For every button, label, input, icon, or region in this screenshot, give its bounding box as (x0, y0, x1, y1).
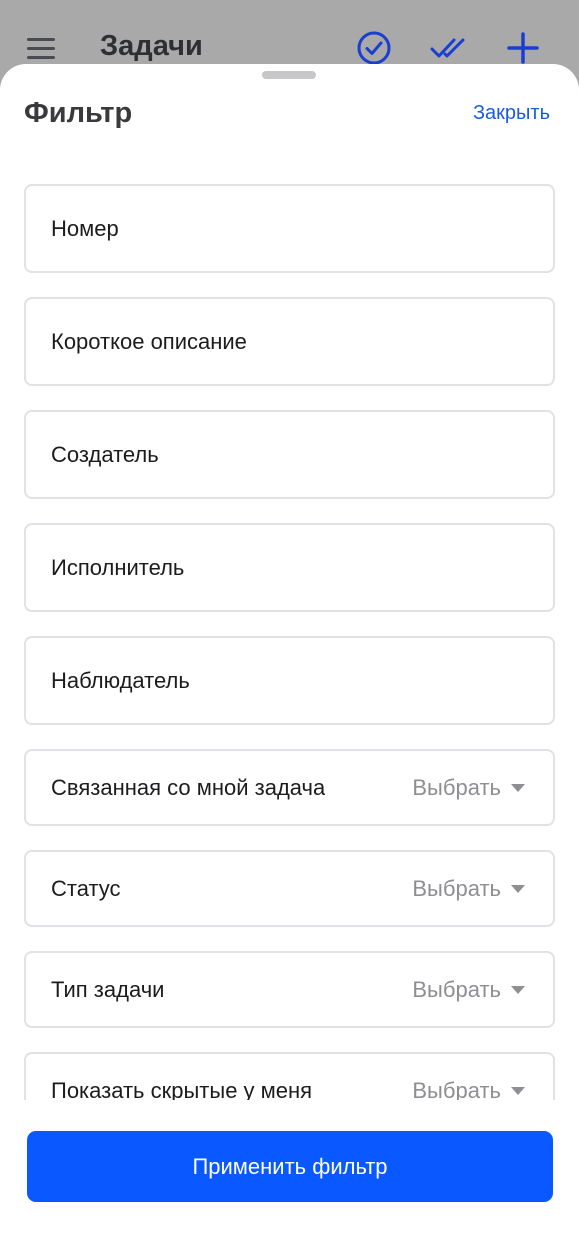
related-task-value: Выбрать (412, 774, 501, 800)
short-description-field-label: Короткое описание (51, 328, 247, 354)
menu-icon[interactable] (27, 36, 55, 62)
caret-down-icon (511, 1086, 525, 1095)
task-type-label: Тип задачи (51, 976, 165, 1002)
show-hidden-select[interactable]: Показать скрытые у меня Выбрать (24, 1052, 555, 1100)
apply-filter-button[interactable]: Применить фильтр (27, 1131, 553, 1202)
check-circle-icon[interactable] (356, 30, 392, 66)
number-field-label: Номер (51, 215, 119, 241)
status-value: Выбрать (412, 875, 501, 901)
caret-down-icon (511, 783, 525, 792)
status-label: Статус (51, 875, 121, 901)
sheet-title: Фильтр (24, 97, 133, 129)
drag-handle[interactable] (262, 71, 316, 79)
close-button[interactable]: Закрыть (473, 102, 550, 125)
plus-icon[interactable] (505, 30, 541, 66)
show-hidden-value: Выбрать (412, 1077, 501, 1101)
filter-fields: Номер Короткое описание Создатель Исполн… (0, 184, 579, 1100)
short-description-field[interactable]: Короткое описание (24, 297, 555, 386)
filter-sheet: Фильтр Закрыть Номер Короткое описание С… (0, 64, 579, 1254)
caret-down-icon (511, 884, 525, 893)
related-task-select[interactable]: Связанная со мной задача Выбрать (24, 749, 555, 826)
assignee-field-label: Исполнитель (51, 554, 185, 580)
task-type-select[interactable]: Тип задачи Выбрать (24, 951, 555, 1028)
screen: Задачи Фильтр Закрыть Номер Короткое опи… (0, 0, 579, 1254)
creator-field[interactable]: Создатель (24, 410, 555, 499)
observer-field-label: Наблюдатель (51, 667, 190, 693)
task-type-value: Выбрать (412, 976, 501, 1002)
show-hidden-label: Показать скрытые у меня (51, 1077, 313, 1101)
creator-field-label: Создатель (51, 441, 159, 467)
assignee-field[interactable]: Исполнитель (24, 523, 555, 612)
observer-field[interactable]: Наблюдатель (24, 636, 555, 725)
status-select[interactable]: Статус Выбрать (24, 850, 555, 927)
page-title: Задачи (100, 30, 203, 62)
related-task-label: Связанная со мной задача (51, 774, 326, 800)
double-check-icon[interactable] (430, 30, 466, 66)
number-field[interactable]: Номер (24, 184, 555, 273)
caret-down-icon (511, 985, 525, 994)
